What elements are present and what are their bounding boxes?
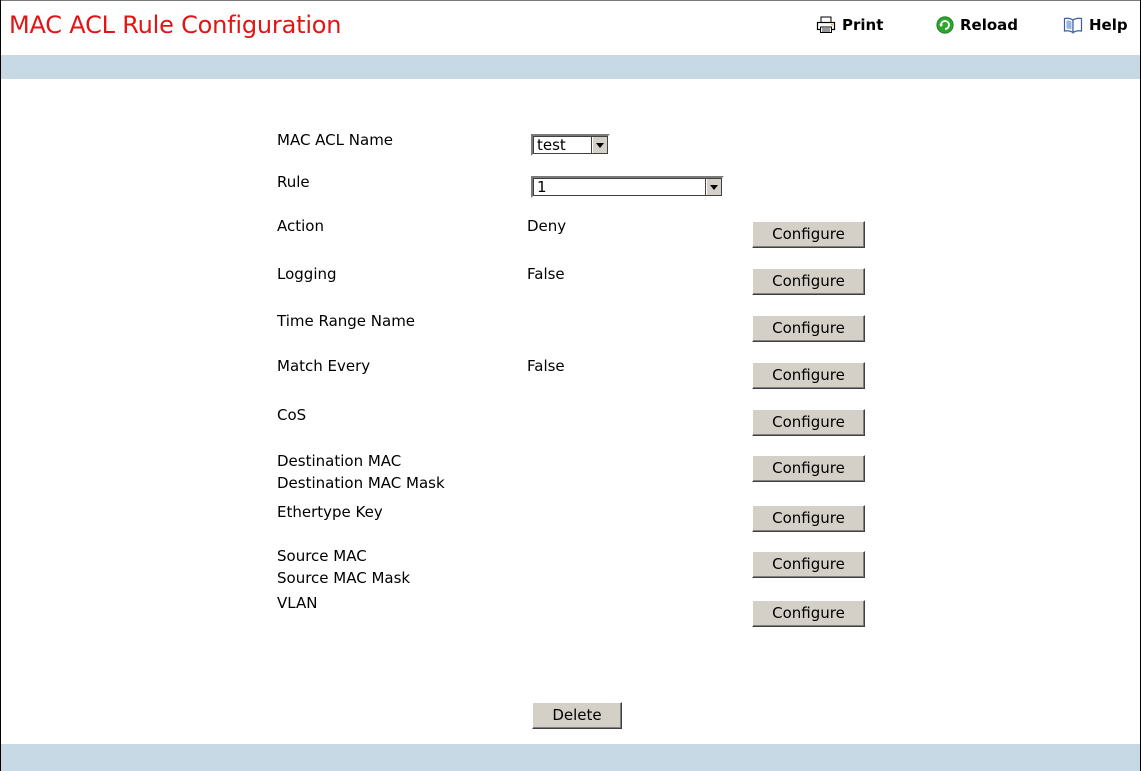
- match-every-value: False: [527, 357, 565, 375]
- configure-match-every-button[interactable]: Configure: [752, 362, 865, 389]
- chevron-down-icon[interactable]: [705, 178, 722, 196]
- vlan-label: VLAN: [277, 594, 318, 612]
- header-band: [1, 55, 1140, 79]
- rule-label: Rule: [277, 173, 310, 191]
- acl-name-selected: test: [537, 136, 566, 154]
- action-value: Deny: [527, 217, 567, 235]
- reload-icon: [936, 16, 954, 34]
- source-mac-label: Source MAC: [277, 547, 367, 565]
- destination-mac-mask-label: Destination MAC Mask: [277, 474, 445, 492]
- reload-label: Reload: [960, 16, 1019, 34]
- reload-button[interactable]: Reload: [936, 16, 1018, 34]
- window-frame-top: [0, 0, 1141, 1]
- match-every-label: Match Every: [277, 357, 371, 375]
- rule-select[interactable]: 1: [531, 176, 724, 198]
- printer-icon: [816, 16, 836, 33]
- footer-band: [1, 744, 1140, 771]
- help-label: Help: [1089, 16, 1128, 34]
- logging-value: False: [527, 265, 565, 283]
- time-range-name-label: Time Range Name: [277, 312, 416, 330]
- toolbar: Print Reload Help: [0, 16, 1141, 40]
- action-label: Action: [277, 217, 324, 235]
- cos-label: CoS: [277, 406, 307, 424]
- configure-ethertype-button[interactable]: Configure: [752, 505, 865, 532]
- configure-cos-button[interactable]: Configure: [752, 409, 865, 436]
- configure-action-button[interactable]: Configure: [752, 221, 865, 248]
- ethertype-key-label: Ethertype Key: [277, 503, 383, 521]
- help-button[interactable]: Help: [1063, 16, 1128, 34]
- configure-vlan-button[interactable]: Configure: [752, 600, 865, 627]
- configure-destination-mac-button[interactable]: Configure: [752, 455, 865, 482]
- configure-source-mac-button[interactable]: Configure: [752, 551, 865, 578]
- acl-name-select[interactable]: test: [531, 134, 610, 156]
- acl-name-label: MAC ACL Name: [277, 131, 394, 149]
- print-button[interactable]: Print: [816, 16, 883, 34]
- configure-logging-button[interactable]: Configure: [752, 268, 865, 295]
- rule-selected: 1: [537, 178, 547, 196]
- delete-button[interactable]: Delete: [532, 702, 622, 729]
- destination-mac-label: Destination MAC: [277, 452, 402, 470]
- window-frame-left: [0, 0, 1, 771]
- print-label: Print: [842, 16, 884, 34]
- chevron-down-icon[interactable]: [591, 136, 608, 154]
- source-mac-mask-label: Source MAC Mask: [277, 569, 411, 587]
- book-icon: [1063, 17, 1083, 34]
- configure-time-range-button[interactable]: Configure: [752, 315, 865, 342]
- logging-label: Logging: [277, 265, 337, 283]
